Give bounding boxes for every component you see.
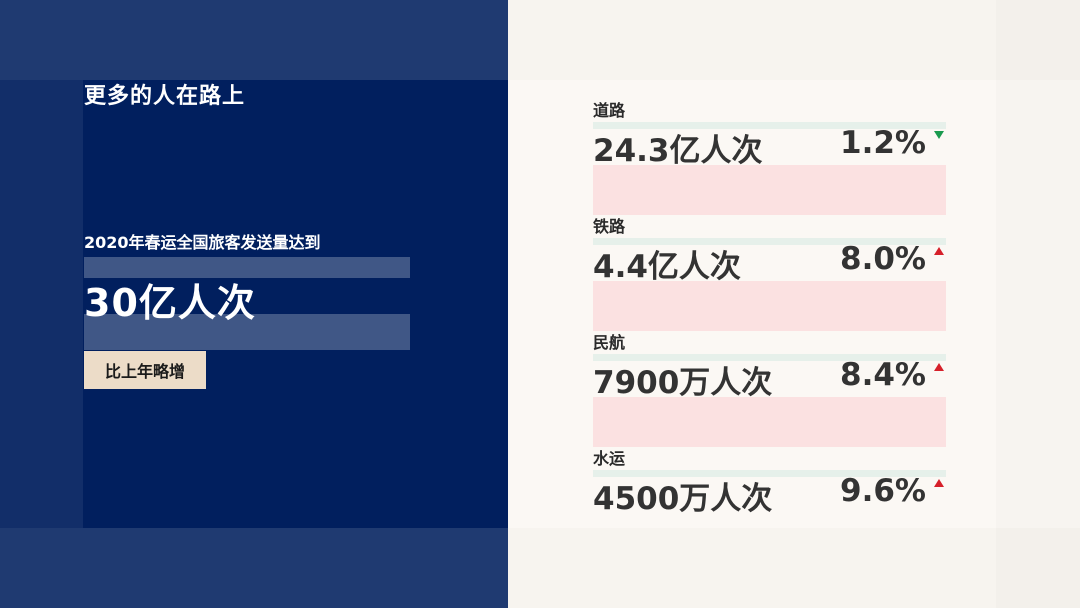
right-bottom-band bbox=[508, 528, 1080, 608]
stat-road: 道路 24.3亿人次 1.2% bbox=[593, 100, 946, 215]
subline: 2020年春运全国旅客发送量达到 bbox=[84, 233, 321, 252]
up-arrow-icon bbox=[934, 247, 944, 255]
stat-value: 24.3亿人次 bbox=[593, 133, 763, 169]
stat-label: 铁路 bbox=[593, 217, 626, 236]
stat-label: 水运 bbox=[593, 449, 626, 468]
headline: 更多的人在路上 bbox=[84, 84, 246, 109]
stat-change: 1.2% bbox=[840, 125, 926, 161]
stat-water: 水运 4500万人次 9.6% bbox=[593, 448, 946, 517]
stat-value: 4500万人次 bbox=[593, 481, 773, 517]
stat-change: 8.4% bbox=[840, 357, 926, 393]
right-edge-band bbox=[996, 0, 1080, 608]
stat-row: 4.4亿人次 8.0% bbox=[593, 241, 946, 285]
top-band bbox=[0, 0, 508, 80]
total-passengers: 30亿人次 bbox=[84, 281, 256, 325]
stat-change: 8.0% bbox=[840, 241, 926, 277]
up-arrow-icon bbox=[934, 479, 944, 487]
up-arrow-icon bbox=[934, 363, 944, 371]
stat-value: 4.4亿人次 bbox=[593, 249, 741, 285]
stat-row: 7900万人次 8.4% bbox=[593, 357, 946, 401]
stat-air: 民航 7900万人次 8.4% bbox=[593, 332, 946, 447]
down-arrow-icon bbox=[934, 131, 944, 139]
stat-label: 民航 bbox=[593, 333, 626, 352]
stat-change: 9.6% bbox=[840, 473, 926, 509]
stat-highlight bbox=[593, 397, 946, 447]
right-top-band bbox=[508, 0, 1080, 80]
stat-highlight bbox=[593, 165, 946, 215]
stat-label: 道路 bbox=[593, 101, 626, 120]
change-badge: 比上年略增 bbox=[84, 351, 206, 389]
left-band bbox=[0, 80, 83, 528]
stat-rail: 铁路 4.4亿人次 8.0% bbox=[593, 216, 946, 331]
stat-row: 24.3亿人次 1.2% bbox=[593, 125, 946, 169]
stat-highlight bbox=[593, 281, 946, 331]
bottom-band bbox=[0, 528, 508, 608]
stat-row: 4500万人次 9.6% bbox=[593, 473, 946, 517]
left-panel: 更多的人在路上 2020年春运全国旅客发送量达到 30亿人次 比上年略增 bbox=[0, 0, 508, 608]
stat-value: 7900万人次 bbox=[593, 365, 773, 401]
